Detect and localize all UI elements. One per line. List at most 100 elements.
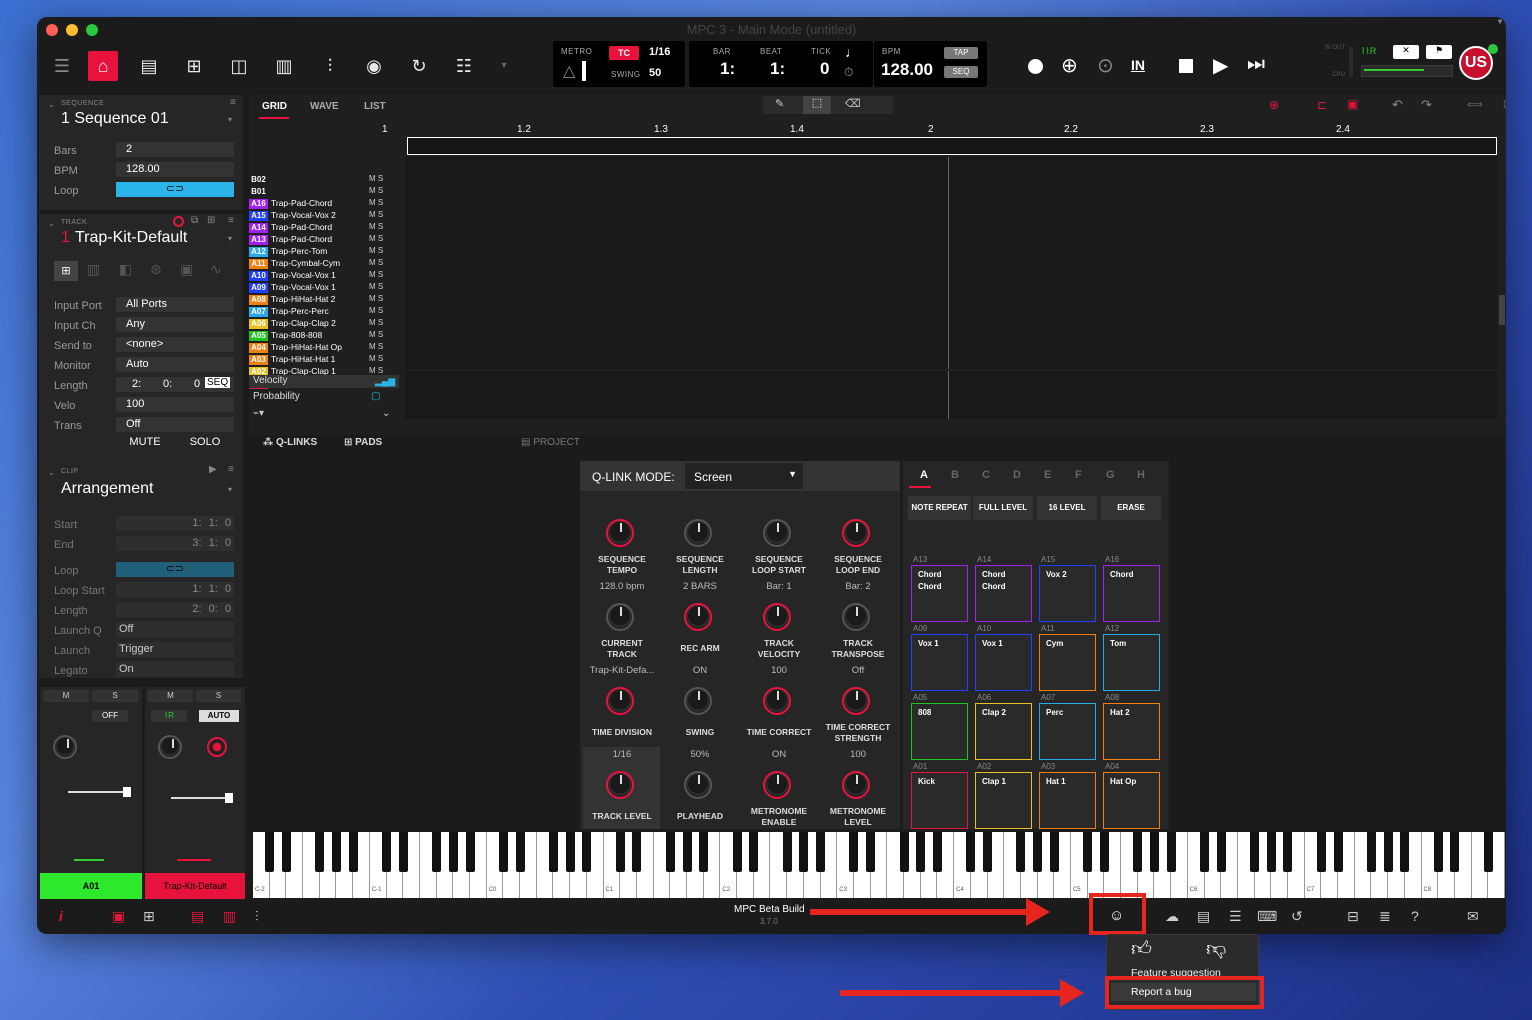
bpm-field[interactable]: 128.00 bbox=[116, 162, 234, 177]
add-icon[interactable]: ⊞ bbox=[207, 215, 215, 226]
q-link-knob[interactable] bbox=[606, 519, 634, 547]
black-key[interactable] bbox=[1333, 832, 1343, 872]
black-key[interactable] bbox=[799, 832, 809, 872]
black-key[interactable] bbox=[1033, 832, 1043, 872]
black-key[interactable] bbox=[1316, 832, 1326, 872]
note-icon[interactable]: ♩ bbox=[845, 44, 859, 60]
chevron-down-icon[interactable]: ▾ bbox=[228, 115, 232, 124]
black-key[interactable] bbox=[932, 832, 942, 872]
tab-grid[interactable]: GRID bbox=[262, 101, 287, 112]
clip-setting-field[interactable]: 1: 1: 0 bbox=[116, 516, 234, 531]
pad-grid-icon[interactable]: ⊞ bbox=[179, 51, 209, 81]
mute-speaker-icon[interactable]: ✕ bbox=[1393, 45, 1419, 59]
clip-setting-field[interactable]: 2: 0: 0 bbox=[116, 602, 234, 617]
black-key[interactable] bbox=[849, 832, 859, 872]
record-arm-icon[interactable] bbox=[173, 216, 184, 227]
bank-tab-a[interactable]: A bbox=[920, 469, 928, 481]
beat-value[interactable]: 1: bbox=[770, 59, 785, 79]
track-lane[interactable]: A03 Trap-HiHat-Hat 1 M S bbox=[249, 354, 399, 366]
tab-project[interactable]: ▤ PROJECT bbox=[521, 437, 580, 448]
black-key[interactable] bbox=[315, 832, 325, 872]
loop-toggle[interactable]: ⊂⊃ bbox=[116, 182, 234, 197]
black-key[interactable] bbox=[732, 832, 742, 872]
record-arm-icon[interactable] bbox=[207, 737, 227, 757]
tab-list[interactable]: LIST bbox=[364, 101, 386, 112]
black-key[interactable] bbox=[1083, 832, 1093, 872]
overdub-icon[interactable]: ⊕ bbox=[1061, 53, 1078, 78]
lane-mute-solo[interactable]: M S bbox=[369, 342, 383, 351]
help-icon[interactable]: ? bbox=[1411, 908, 1419, 924]
track-lane[interactable]: A13 Trap-Pad-Chord M S bbox=[249, 234, 399, 246]
list-menu-icon[interactable]: ≡ bbox=[228, 464, 234, 475]
pad-mode-icon[interactable]: ▣ bbox=[112, 908, 125, 925]
bank-tab-f[interactable]: F bbox=[1075, 469, 1082, 481]
track-lane[interactable]: A04 Trap-HiHat-Hat Op M S bbox=[249, 342, 399, 354]
strip-solo-button[interactable]: S bbox=[92, 690, 138, 702]
list-icon[interactable]: ☰ bbox=[1229, 908, 1242, 925]
home-mode-icon[interactable]: ⌂ bbox=[88, 51, 118, 81]
pad[interactable]: Clap 2 bbox=[975, 703, 1032, 760]
black-key[interactable] bbox=[866, 832, 876, 872]
piano-keyboard[interactable]: C-2 C-1 C0 C1 C2 C3 C4 C5 C6 C7 C8 bbox=[253, 832, 1505, 898]
record-button[interactable] bbox=[1028, 59, 1043, 74]
sequence-name[interactable]: 1 Sequence 01 bbox=[61, 110, 169, 128]
zoom-fit-icon[interactable]: ▣ bbox=[1347, 97, 1358, 111]
chat-icon[interactable]: ✉ bbox=[1467, 908, 1479, 925]
pad-function-button[interactable]: ERASE bbox=[1101, 496, 1161, 520]
black-key[interactable] bbox=[916, 832, 926, 872]
loop-icon[interactable]: ↻ bbox=[404, 51, 434, 81]
black-key[interactable] bbox=[1483, 832, 1493, 872]
black-key[interactable] bbox=[515, 832, 525, 872]
black-key[interactable] bbox=[1099, 832, 1109, 872]
vertical-scrollbar[interactable] bbox=[1499, 295, 1505, 325]
mixer-icon[interactable]: ⫶ bbox=[315, 51, 345, 81]
lane-mute-solo[interactable]: M S bbox=[369, 330, 383, 339]
track-lane[interactable]: A15 Trap-Vocal-Vox 2 M S bbox=[249, 210, 399, 222]
midi-track-type-icon[interactable]: ⊛ bbox=[150, 261, 162, 278]
chevron-down-icon[interactable]: ⌄ bbox=[48, 468, 55, 477]
track-setting-dropdown[interactable]: Any bbox=[116, 317, 234, 332]
tc-button[interactable]: TC bbox=[609, 46, 639, 60]
q-link-knob[interactable] bbox=[606, 687, 634, 715]
metronome-icon[interactable]: △ bbox=[563, 61, 575, 81]
tick-value[interactable]: 0 bbox=[820, 59, 829, 79]
lane-mute-solo[interactable]: M S bbox=[369, 198, 383, 207]
black-key[interactable] bbox=[1250, 832, 1260, 872]
note-grid[interactable] bbox=[405, 157, 1497, 369]
velo-field[interactable]: 100 bbox=[116, 397, 234, 412]
pad[interactable]: Clap 1 bbox=[975, 772, 1032, 829]
black-key[interactable] bbox=[548, 832, 558, 872]
track-lane[interactable]: A09 Trap-Vocal-Vox 1 M S bbox=[249, 282, 399, 294]
strip-automation-off[interactable]: OFF bbox=[92, 710, 128, 722]
q-link-knob[interactable] bbox=[763, 519, 791, 547]
chevron-down-icon[interactable]: ▾ bbox=[228, 485, 232, 494]
tab-q-links[interactable]: ⁂ Q-LINKS bbox=[263, 437, 317, 448]
keys-icon[interactable]: ▥ bbox=[223, 908, 236, 925]
q-link-knob[interactable] bbox=[684, 771, 712, 799]
black-key[interactable] bbox=[816, 832, 826, 872]
pad[interactable]: Tom bbox=[1103, 634, 1160, 691]
black-key[interactable] bbox=[1200, 832, 1210, 872]
tap-tempo-button[interactable]: TAP bbox=[944, 47, 978, 59]
black-key[interactable] bbox=[1149, 832, 1159, 872]
track-icon[interactable]: ▤ bbox=[191, 908, 204, 925]
bank-tab-d[interactable]: D bbox=[1013, 469, 1021, 481]
thumbs-down-icon[interactable]: 👎︎ bbox=[1206, 937, 1226, 961]
undo-icon[interactable]: ↶ bbox=[1392, 97, 1403, 113]
strip-monitor-toggle[interactable]: ⌇R bbox=[151, 710, 187, 722]
q-link-knob[interactable] bbox=[842, 771, 870, 799]
volume-fader-handle[interactable] bbox=[123, 787, 131, 797]
q-link-knob[interactable] bbox=[606, 603, 634, 631]
input-monitor-toggle[interactable]: ⌇⌇R bbox=[1361, 46, 1391, 58]
track-lane[interactable]: A05 Trap-808-808 M S bbox=[249, 330, 399, 342]
bank-tab-c[interactable]: C bbox=[982, 469, 990, 481]
play-start-button[interactable]: ⏭ bbox=[1247, 53, 1265, 76]
stop-button[interactable] bbox=[1179, 59, 1193, 73]
keygroup-track-type-icon[interactable]: ▥ bbox=[87, 261, 100, 278]
black-key[interactable] bbox=[265, 832, 275, 872]
redo-icon[interactable]: ↷ bbox=[1421, 97, 1432, 113]
browser-icon[interactable]: ☷ bbox=[449, 51, 479, 81]
chevron-down-icon[interactable]: ▾ bbox=[489, 51, 519, 81]
lock-icon[interactable]: ⊕ bbox=[1269, 98, 1279, 112]
flag-icon[interactable]: ⚑ bbox=[1426, 45, 1452, 59]
